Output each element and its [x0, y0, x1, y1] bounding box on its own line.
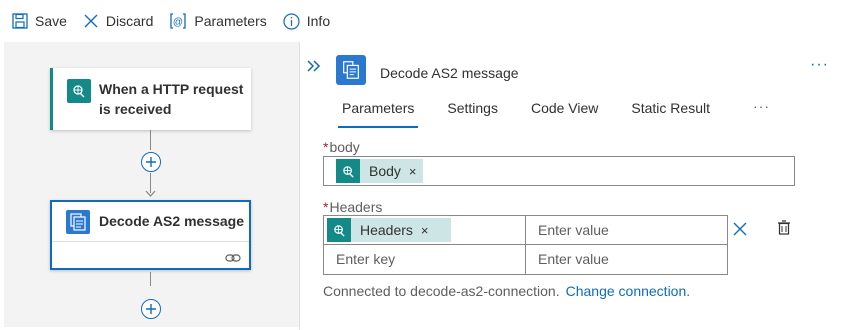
arrow-head	[145, 190, 156, 197]
connector-line	[150, 272, 151, 286]
value-placeholder: Enter value	[538, 251, 609, 267]
http-trigger-card[interactable]: When a HTTP request is received	[50, 68, 251, 130]
value-placeholder: Enter value	[538, 222, 609, 238]
panel-title: Decode AS2 message	[380, 65, 519, 81]
trigger-title: When a HTTP request is received	[99, 81, 244, 117]
toolbar: Save Discard @ Parameters Info	[0, 0, 850, 42]
http-request-icon	[67, 79, 91, 103]
headers-key-input[interactable]: Enter key	[323, 244, 526, 275]
http-request-icon	[327, 218, 351, 242]
save-button[interactable]: Save	[12, 9, 67, 33]
change-connection-link[interactable]: Change connection.	[566, 283, 691, 299]
body-token-label: Body	[369, 163, 401, 179]
tab-settings[interactable]: Settings	[435, 98, 510, 128]
delete-all-button[interactable]	[777, 220, 791, 238]
tab-parameters[interactable]: Parameters	[330, 98, 426, 128]
action-title: Decode AS2 message	[99, 213, 244, 229]
collapse-panel-button[interactable]	[306, 59, 322, 76]
add-icon	[146, 304, 156, 314]
svg-text:@: @	[173, 17, 183, 28]
parameters-icon: @	[170, 13, 187, 29]
body-input[interactable]: Body ×	[323, 156, 795, 186]
save-label: Save	[35, 13, 67, 29]
collapse-icon	[307, 60, 321, 72]
more-options-button[interactable]: ···	[810, 56, 829, 74]
body-token[interactable]: Body ×	[336, 159, 423, 183]
link-icon	[225, 254, 241, 262]
discard-icon	[84, 14, 98, 28]
headers-key-cell[interactable]: Headers ×	[323, 215, 526, 245]
add-step-button[interactable]	[141, 152, 161, 172]
as2-icon	[66, 210, 90, 234]
headers-value-input[interactable]: Enter value	[525, 244, 728, 275]
remove-token-button[interactable]: ×	[421, 223, 429, 238]
headers-token-label: Headers	[360, 222, 413, 238]
remove-token-button[interactable]: ×	[409, 164, 417, 179]
headers-value-input[interactable]: Enter value	[525, 215, 728, 245]
decode-as2-card[interactable]: Decode AS2 message	[50, 200, 251, 270]
info-icon	[283, 12, 300, 30]
delete-row-button[interactable]	[733, 222, 747, 239]
discard-label: Discard	[105, 13, 154, 29]
required-mark: *	[323, 139, 329, 155]
parameters-button[interactable]: @ Parameters	[169, 9, 267, 33]
discard-button[interactable]: Discard	[83, 9, 153, 33]
add-step-button[interactable]	[141, 299, 161, 319]
connection-text: Connected to decode-as2-connection.	[323, 283, 560, 299]
body-label-text: body	[329, 139, 360, 155]
parameters-label: Parameters	[194, 13, 267, 29]
tabs-overflow-button[interactable]: ···	[741, 98, 782, 128]
panel-tabs: Parameters Settings Code View Static Res…	[330, 98, 782, 130]
headers-label-text: Headers	[329, 199, 383, 215]
key-placeholder: Enter key	[336, 251, 396, 267]
add-icon	[146, 157, 156, 167]
delete-icon	[733, 222, 747, 236]
connector-line	[150, 130, 151, 150]
connection-info: Connected to decode-as2-connection. Chang…	[323, 283, 690, 299]
body-label: *body	[323, 139, 360, 155]
as2-icon	[336, 55, 366, 85]
info-label: Info	[306, 13, 331, 29]
tab-code-view[interactable]: Code View	[519, 98, 610, 128]
headers-token[interactable]: Headers ×	[327, 218, 451, 242]
save-icon	[12, 13, 28, 29]
designer-canvas: When a HTTP request is received Decode A…	[4, 42, 299, 327]
required-mark: *	[323, 199, 329, 215]
trash-icon	[778, 220, 790, 235]
tab-static-result[interactable]: Static Result	[619, 98, 722, 128]
decode-card-header: Decode AS2 message	[52, 202, 249, 242]
http-request-icon	[336, 159, 360, 183]
headers-label: *Headers	[323, 199, 382, 215]
info-button[interactable]: Info	[283, 9, 330, 33]
action-details-panel: Decode AS2 message ··· Parameters Settin…	[300, 42, 850, 330]
